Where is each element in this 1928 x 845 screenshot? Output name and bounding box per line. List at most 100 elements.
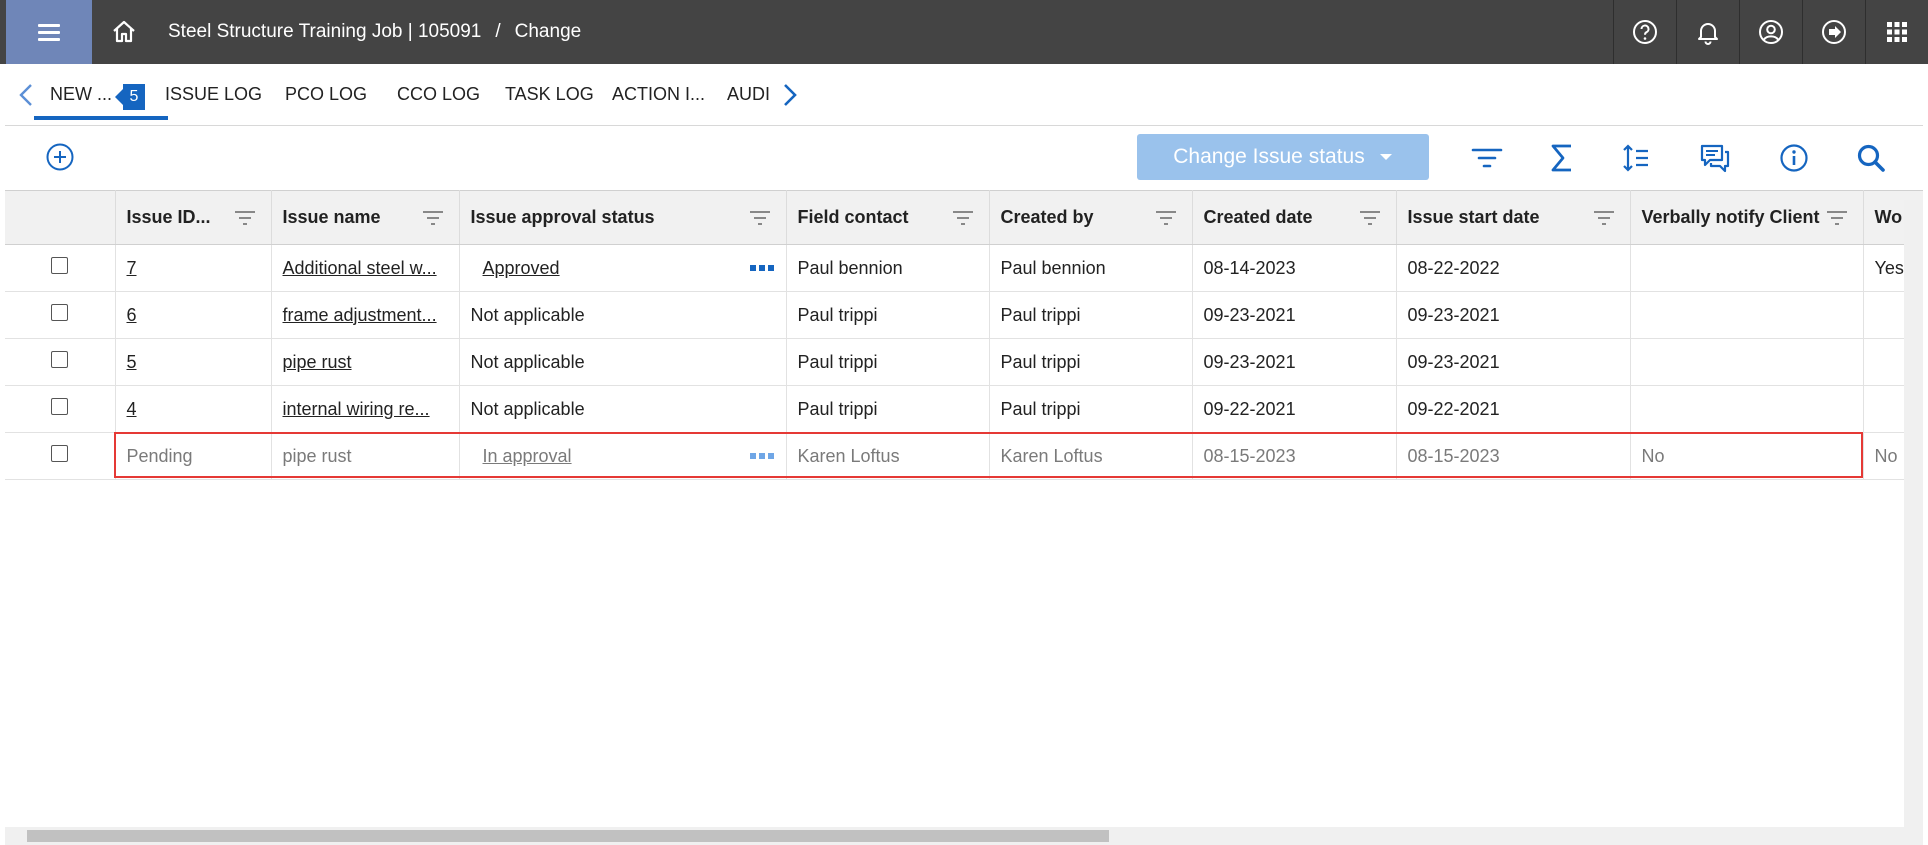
issue-name-link[interactable]: pipe rust bbox=[283, 352, 352, 372]
select-all-header bbox=[5, 190, 116, 245]
created-by-cell: Paul trippi bbox=[989, 385, 1193, 433]
column-header-start-date[interactable]: Issue start date bbox=[1396, 190, 1631, 245]
change-issue-status-button[interactable]: Change Issue status bbox=[1137, 134, 1429, 180]
tab-action-items[interactable]: ACTION I... bbox=[612, 64, 705, 124]
tab-new[interactable]: NEW ... bbox=[34, 64, 168, 120]
info-icon[interactable] bbox=[1778, 142, 1810, 174]
created-date-cell: 08-14-2023 bbox=[1192, 244, 1397, 292]
table-row[interactable]: 7 Additional steel w... Approved Paul be… bbox=[5, 244, 1923, 292]
tab-label: TASK LOG bbox=[505, 84, 594, 104]
row-checkbox-cell bbox=[5, 244, 116, 292]
issue-table: Issue ID... Issue name Issue approval st… bbox=[5, 190, 1923, 480]
issue-id-link[interactable]: 7 bbox=[127, 258, 137, 278]
apps-grid-icon[interactable] bbox=[1865, 0, 1928, 64]
tab-audit[interactable]: AUDI bbox=[727, 64, 770, 124]
column-filter-icon[interactable] bbox=[748, 209, 772, 227]
help-icon[interactable] bbox=[1613, 0, 1676, 64]
breadcrumb-page: Change bbox=[514, 21, 582, 42]
approval-status-link[interactable]: In approval bbox=[483, 446, 572, 466]
column-filter-icon[interactable] bbox=[1358, 209, 1382, 227]
column-filter-icon[interactable] bbox=[233, 209, 257, 227]
column-header-issue-name[interactable]: Issue name bbox=[271, 190, 460, 245]
row-checkbox-cell bbox=[5, 291, 116, 339]
column-header-verbally-notify[interactable]: Verbally notify Client bbox=[1630, 190, 1864, 245]
issue-name-link[interactable]: frame adjustment... bbox=[283, 305, 437, 325]
issue-name-cell: frame adjustment... bbox=[271, 291, 460, 339]
table-row[interactable]: 6 frame adjustment... Not applicable Pau… bbox=[5, 291, 1923, 339]
issue-id-link[interactable]: 6 bbox=[127, 305, 137, 325]
row-checkbox[interactable] bbox=[51, 304, 69, 321]
verbally-notify-cell bbox=[1630, 291, 1864, 339]
breadcrumb-project[interactable]: Steel Structure Training Job | 105091 bbox=[168, 21, 481, 42]
logout-icon[interactable] bbox=[1802, 0, 1865, 64]
field-contact-cell: Paul trippi bbox=[786, 338, 990, 386]
column-filter-icon[interactable] bbox=[1154, 209, 1178, 227]
toolbar: Change Issue status bbox=[5, 126, 1923, 190]
tab-pco-log[interactable]: PCO LOG bbox=[285, 64, 367, 124]
field-contact-cell: Paul trippi bbox=[786, 291, 990, 339]
table-row[interactable]: 5 pipe rust Not applicable Paul trippi P… bbox=[5, 338, 1923, 386]
row-checkbox[interactable] bbox=[51, 398, 69, 415]
approval-status-cell: In approval bbox=[459, 432, 787, 480]
row-checkbox[interactable] bbox=[51, 257, 69, 274]
column-header-created-date[interactable]: Created date bbox=[1192, 190, 1397, 245]
issue-id-cell: 6 bbox=[115, 291, 272, 339]
home-icon[interactable] bbox=[110, 18, 138, 46]
comments-icon[interactable] bbox=[1699, 142, 1731, 174]
created-by-cell: Karen Loftus bbox=[989, 432, 1193, 480]
column-filter-icon[interactable] bbox=[1825, 209, 1849, 227]
column-header-created-by[interactable]: Created by bbox=[989, 190, 1193, 245]
table-row-pending[interactable]: Pending pipe rust In approval Karen Loft… bbox=[5, 432, 1923, 480]
issue-id-link[interactable]: 5 bbox=[127, 352, 137, 372]
tab-issue-log[interactable]: ISSUE LOG bbox=[165, 64, 262, 124]
sum-icon[interactable] bbox=[1546, 142, 1578, 174]
issue-name-cell: internal wiring re... bbox=[271, 385, 460, 433]
filter-icon[interactable] bbox=[1471, 142, 1503, 174]
tab-cco-log[interactable]: CCO LOG bbox=[397, 64, 480, 124]
created-date-cell: 08-15-2023 bbox=[1192, 432, 1397, 480]
user-icon[interactable] bbox=[1739, 0, 1802, 64]
row-checkbox[interactable] bbox=[51, 445, 69, 462]
add-circle-icon[interactable] bbox=[45, 142, 75, 172]
issue-id-link[interactable]: 4 bbox=[127, 399, 137, 419]
approval-status-cell: Not applicable bbox=[459, 385, 787, 433]
chevron-right-icon[interactable] bbox=[781, 82, 799, 108]
column-filter-icon[interactable] bbox=[1592, 209, 1616, 227]
row-checkbox[interactable] bbox=[51, 351, 69, 368]
tab-task-log[interactable]: TASK LOG bbox=[505, 64, 594, 124]
issue-name-link[interactable]: internal wiring re... bbox=[283, 399, 430, 419]
column-label: Issue ID... bbox=[126, 207, 211, 227]
column-header-field-contact[interactable]: Field contact bbox=[786, 190, 990, 245]
issue-id-cell: Pending bbox=[115, 432, 272, 480]
column-filter-icon[interactable] bbox=[421, 209, 445, 227]
column-label: Issue approval status bbox=[470, 207, 655, 227]
chevron-left-icon[interactable] bbox=[17, 82, 35, 108]
more-options-icon[interactable] bbox=[749, 264, 774, 272]
issue-name-link[interactable]: Additional steel w... bbox=[283, 258, 437, 278]
search-icon[interactable] bbox=[1855, 142, 1887, 174]
approval-status-link[interactable]: Approved bbox=[483, 258, 560, 278]
row-height-icon[interactable] bbox=[1620, 142, 1652, 174]
issue-id-cell: 7 bbox=[115, 244, 272, 292]
vertical-scrollbar[interactable] bbox=[1904, 200, 1923, 827]
row-checkbox-cell bbox=[5, 338, 116, 386]
tab-label: NEW ... bbox=[50, 84, 112, 104]
column-filter-icon[interactable] bbox=[951, 209, 975, 227]
column-header-issue-id[interactable]: Issue ID... bbox=[115, 190, 272, 245]
more-options-icon[interactable] bbox=[749, 452, 774, 460]
column-label: Wo bbox=[1874, 207, 1903, 227]
row-checkbox-cell bbox=[5, 432, 116, 480]
start-date-cell: 08-15-2023 bbox=[1396, 432, 1631, 480]
verbally-notify-cell bbox=[1630, 244, 1864, 292]
table-row[interactable]: 4 internal wiring re... Not applicable P… bbox=[5, 385, 1923, 433]
created-by-cell: Paul bennion bbox=[989, 244, 1193, 292]
horizontal-scrollbar[interactable] bbox=[5, 827, 1923, 845]
column-label: Issue name bbox=[282, 207, 381, 227]
horizontal-scroll-thumb[interactable] bbox=[27, 830, 1109, 842]
column-header-approval-status[interactable]: Issue approval status bbox=[459, 190, 787, 245]
approval-status-cell: Not applicable bbox=[459, 338, 787, 386]
bell-icon[interactable] bbox=[1676, 0, 1739, 64]
field-contact-cell: Paul trippi bbox=[786, 385, 990, 433]
tab-label: PCO LOG bbox=[285, 84, 368, 104]
menu-button[interactable] bbox=[6, 0, 92, 64]
